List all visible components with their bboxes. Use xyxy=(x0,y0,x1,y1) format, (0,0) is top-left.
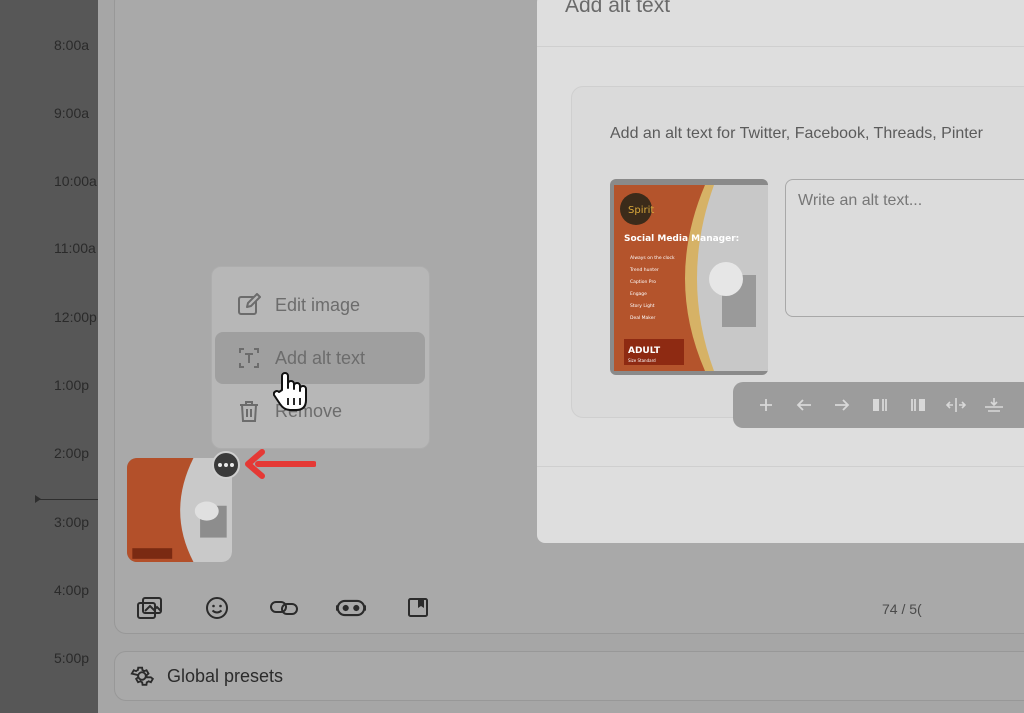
alt-text-description: Add an alt text for Twitter, Facebook, T… xyxy=(610,125,983,142)
alt-text-input[interactable] xyxy=(785,179,1024,317)
image-badge: ADULT xyxy=(628,346,661,356)
time-label: 4:00p xyxy=(54,582,90,598)
arrow-right-icon[interactable] xyxy=(823,386,861,424)
emoji-icon[interactable] xyxy=(202,593,232,623)
calendar-timeline: 8:00a 9:00a 10:00a 11:00a 12:00p 1:00p 2… xyxy=(0,0,98,713)
image-line: Always on the clock xyxy=(630,255,675,261)
menu-item-label: Edit image xyxy=(275,294,361,315)
plus-icon[interactable] xyxy=(747,386,785,424)
link-icon[interactable] xyxy=(269,593,299,623)
arrow-left-icon[interactable] xyxy=(785,386,823,424)
modal-title: Add alt text xyxy=(565,0,671,17)
time-label: 9:00a xyxy=(54,105,90,121)
time-label: 12:00p xyxy=(54,309,97,325)
logo-text: Spirit xyxy=(628,205,654,216)
align-right-icon[interactable] xyxy=(899,386,937,424)
expand-horizontal-icon[interactable] xyxy=(937,386,975,424)
media-icon[interactable] xyxy=(135,593,165,623)
character-counter: 74 / 5( xyxy=(882,601,922,617)
alt-text-card: Add an alt text for Twitter, Facebook, T… xyxy=(571,86,1024,418)
image-line: Engage xyxy=(630,291,647,297)
time-label: 2:00p xyxy=(54,445,90,461)
add-alt-text-modal: Add alt text Add an alt text for Twitter… xyxy=(537,0,1024,543)
image-toolbar xyxy=(733,382,1024,428)
bookmark-icon[interactable] xyxy=(403,593,433,623)
trash-icon xyxy=(240,401,258,422)
image-line: Deal Maker xyxy=(630,315,656,321)
menu-item-edit-image[interactable]: Edit image xyxy=(215,279,425,331)
modal-footer-divider xyxy=(537,466,1024,467)
image-more-options-button[interactable] xyxy=(212,451,240,479)
current-time-line xyxy=(38,499,98,500)
edit-icon xyxy=(238,293,261,315)
image-line: Caption Pro xyxy=(630,279,656,285)
global-presets-label: Global presets xyxy=(167,665,284,686)
global-presets-bar[interactable]: Global presets xyxy=(114,651,1024,701)
image-line: Story Light xyxy=(630,303,655,309)
time-label: 11:00a xyxy=(54,240,96,256)
composer-toolbar xyxy=(135,593,470,623)
image-title: Social Media Manager: xyxy=(624,234,739,244)
text-box-icon xyxy=(239,348,259,368)
time-label: 5:00p xyxy=(54,650,90,666)
product-image: Spirit Social Media Manager: Always on t… xyxy=(610,179,768,375)
time-label: 1:00p xyxy=(54,377,90,393)
red-arrow-annotation-icon xyxy=(245,449,316,479)
image-badge-sub: Size Standard xyxy=(628,358,656,363)
image-line: Trend hunter xyxy=(629,267,659,273)
alt-text-image-preview: Spirit Social Media Manager: Always on t… xyxy=(610,179,768,375)
time-label: 10:00a xyxy=(54,173,97,189)
menu-item-remove[interactable]: Remove xyxy=(215,385,425,437)
insert-icon[interactable] xyxy=(975,386,1013,424)
image-context-menu: Edit image Add alt text Remove xyxy=(211,266,430,449)
menu-item-add-alt-text[interactable]: Add alt text xyxy=(215,332,425,384)
modal-divider xyxy=(537,46,1024,47)
time-label: 3:00p xyxy=(54,514,90,530)
time-label: 8:00a xyxy=(54,37,90,53)
menu-item-label: Add alt text xyxy=(275,347,366,368)
gear-icon xyxy=(130,666,155,686)
align-left-icon[interactable] xyxy=(861,386,899,424)
ai-assistant-icon[interactable] xyxy=(336,593,366,623)
hand-pointer-cursor-icon xyxy=(273,372,307,411)
